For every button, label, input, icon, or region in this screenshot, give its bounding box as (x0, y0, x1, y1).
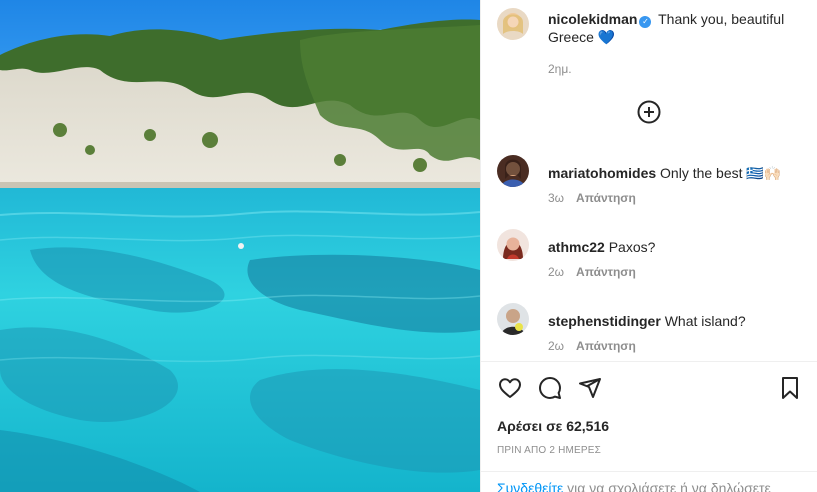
comment-time[interactable]: 2ω (548, 339, 564, 353)
load-more-comments-icon[interactable] (637, 100, 661, 124)
comment-emoji: 🇬🇷🙌🏻 (746, 165, 782, 181)
bookmark-icon[interactable] (778, 376, 802, 400)
comment-time[interactable]: 3ω (548, 191, 564, 205)
reply-button[interactable]: Απάντηση (576, 265, 636, 279)
comment-body: What island? (664, 313, 746, 329)
list-item: mariatohomides Only the best 🇬🇷🙌🏻 3ω Απάν… (497, 155, 801, 205)
comment-body: Paxos? (608, 239, 656, 255)
login-link[interactable]: Συνδεθείτε (497, 480, 563, 492)
post-side-panel: nicolekidman ✓ Thank you, beautiful Greec… (480, 0, 817, 492)
reply-button[interactable]: Απάντηση (576, 339, 636, 353)
divider (481, 471, 817, 472)
login-prompt: Συνδεθείτε για να σχολιάσετε ή να δηλώσε… (497, 480, 771, 492)
divider (481, 361, 817, 362)
share-icon[interactable] (578, 376, 602, 400)
comment-time[interactable]: 2ω (548, 265, 564, 279)
avatar[interactable] (497, 229, 529, 261)
comment-text: stephenstidinger What island? (548, 312, 801, 330)
comment-username[interactable]: stephenstidinger (548, 313, 661, 329)
post-author-username[interactable]: nicolekidman (548, 11, 637, 27)
login-prompt-text: για να σχολιάσετε ή να δηλώσετε (563, 480, 771, 492)
list-item: athmc22 Paxos? 2ω Απάντηση (497, 229, 801, 279)
comment-text: athmc22 Paxos? (548, 238, 801, 256)
post-caption: nicolekidman ✓ Thank you, beautiful Greec… (497, 8, 801, 78)
list-item: stephenstidinger What island? 2ω Απάντηση (497, 303, 801, 353)
reply-button[interactable]: Απάντηση (576, 191, 636, 205)
comment-icon[interactable] (538, 376, 562, 400)
caption-time[interactable]: 2ημ. (548, 62, 572, 76)
verified-badge-icon: ✓ (639, 16, 652, 28)
avatar[interactable] (497, 155, 529, 187)
caption-emoji: 💙 (597, 29, 616, 45)
comment-meta: 2ω Απάντηση (548, 339, 636, 353)
comment-username[interactable]: athmc22 (548, 239, 605, 255)
caption-text: nicolekidman ✓ Thank you, beautiful Greec… (548, 10, 801, 46)
likes-count[interactable]: Αρέσει σε 62,516 (497, 418, 609, 434)
comment-body: Only the best (660, 165, 743, 181)
avatar[interactable] (497, 8, 529, 40)
sea-cliff-image (0, 0, 480, 492)
heart-icon[interactable] (498, 376, 522, 400)
comment-username[interactable]: mariatohomides (548, 165, 656, 181)
comment-meta: 3ω Απάντηση (548, 191, 636, 205)
comment-meta: 2ω Απάντηση (548, 265, 636, 279)
post-photo[interactable] (0, 0, 480, 492)
post-timestamp[interactable]: ΠΡΙΝ ΑΠΟ 2 ΗΜΕΡΕΣ (497, 445, 601, 456)
comment-text: mariatohomides Only the best 🇬🇷🙌🏻 (548, 164, 801, 182)
avatar[interactable] (497, 303, 529, 335)
